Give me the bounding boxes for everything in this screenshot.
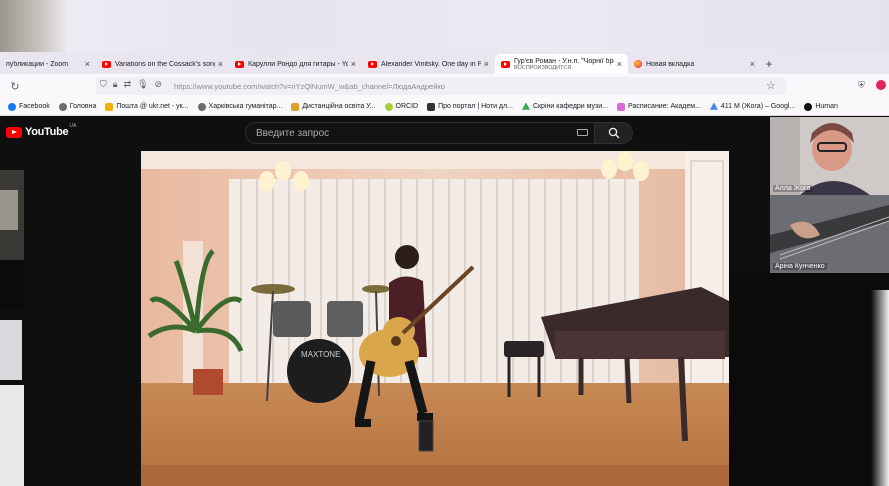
url-toolbar: ↻ ⛉ 🔒︎ ⇄ 🎙︎ ⊘ https://www.youtube.com/wa… [0, 74, 889, 98]
close-icon[interactable]: × [484, 59, 489, 69]
youtube-icon [501, 60, 510, 68]
mail-icon [105, 102, 114, 111]
tab-title: Новая вкладка [646, 60, 695, 68]
tab-karulli[interactable]: Карулли Рондо для гитары - YouTube × [229, 54, 362, 74]
bookmark-facebook[interactable]: Facebook [8, 102, 50, 111]
pocket-icon[interactable]: ⛨ [858, 80, 865, 91]
tab-playing-status: ВОСПРОИЗВОДИТСЯ [514, 64, 572, 71]
facebook-icon [8, 102, 16, 111]
zoom-gallery-edge [871, 290, 889, 486]
bookmark-notes-portal[interactable]: Про портал | Ноти дл... [427, 102, 513, 111]
bookmark-human[interactable]: Human [804, 102, 838, 111]
bookmark-schedule[interactable]: Расписание: Академ... [617, 102, 701, 111]
close-icon[interactable]: × [750, 59, 755, 69]
bookmark-screens[interactable]: Скріни кафедри музи... [521, 102, 608, 111]
bookmark-kharkiv[interactable]: Харківська гуманітар... [197, 102, 282, 111]
participant-video [770, 195, 889, 273]
gear-icon [197, 102, 206, 111]
orcid-icon [384, 102, 393, 111]
tab-vinitsky[interactable]: Alexander Vinitsky. One day in Paris × [362, 54, 495, 74]
tab-title: Alexander Vinitsky. One day in Paris [381, 60, 481, 68]
url-text: https://www.youtube.com/watch?v=nYzQlNum… [174, 82, 445, 91]
close-icon[interactable]: × [85, 59, 90, 69]
browser-tab-bar: публикации - Zoom × Variations on the Co… [0, 52, 889, 74]
search-placeholder: Введите запрос [256, 127, 330, 139]
youtube-icon [102, 60, 111, 68]
zoom-background-strip [0, 0, 889, 52]
tab-variations[interactable]: Variations on the Cossack's song × [96, 54, 229, 74]
tab-title: Карулли Рондо для гитары - YouTube [248, 60, 348, 68]
tab-title: Variations on the Cossack's song [115, 60, 215, 68]
permissions-icon[interactable]: ⇄ [124, 79, 132, 90]
youtube-header: YouTube UA Введите запрос [0, 116, 889, 150]
youtube-play-icon [6, 126, 22, 138]
participant-tile[interactable]: Аріна Кунченко [770, 195, 889, 273]
participant-name: Алла Жога [773, 185, 813, 192]
video-player[interactable]: MAXTONE [141, 151, 729, 486]
human-icon [804, 102, 813, 111]
zoom-gallery-background [729, 273, 889, 486]
account-icon[interactable] [876, 80, 886, 90]
bookmark-411[interactable]: 411 М (Жога) – Googl... [709, 102, 795, 111]
bookmark-distance[interactable]: Дистанційна освіта У... [291, 102, 376, 111]
close-icon[interactable]: × [351, 59, 356, 69]
tab-guryev-active[interactable]: Гур'єв Роман - У.н.п. "Чорнії брови" ВОС… [495, 54, 628, 74]
youtube-logo[interactable]: YouTube UA [6, 123, 76, 138]
notes-icon [427, 102, 436, 111]
zoom-thumbnail-glitch [0, 0, 66, 52]
calendar-icon [617, 102, 626, 111]
shield-icon[interactable]: ⛉ [100, 79, 107, 90]
participant-video [770, 117, 889, 195]
video-frame: MAXTONE [141, 151, 729, 486]
youtube-icon [368, 60, 377, 68]
bookmark-orcid[interactable]: ORCID [384, 102, 418, 111]
bookmarks-bar: Facebook Головна Пошта @ ukr.net - ук...… [0, 98, 889, 116]
new-tab-button[interactable]: + [761, 54, 777, 74]
close-icon[interactable]: × [617, 59, 622, 69]
youtube-icon [235, 60, 244, 68]
reload-icon[interactable]: ↻ [0, 80, 30, 93]
drum-brand: MAXTONE [301, 350, 340, 359]
bookmark-ukrnet[interactable]: Пошта @ ukr.net - ук... [105, 102, 189, 111]
moodle-icon [291, 102, 300, 111]
tab-title: Гур'єв Роман - У.н.п. "Чорнії брови" [514, 57, 614, 65]
tab-zoom[interactable]: публикации - Zoom × [0, 54, 96, 74]
camera-icon[interactable]: ⊘ [155, 79, 163, 90]
tab-new[interactable]: Новая вкладка × [628, 54, 761, 74]
tab-title: публикации - Zoom [6, 60, 69, 68]
bookmark-star-icon[interactable]: ☆ [766, 79, 776, 92]
bookmark-holovna[interactable]: Головна [58, 102, 96, 111]
google-drive-icon [709, 102, 718, 110]
participant-tile[interactable]: Алла Жога [770, 117, 889, 195]
google-drive-icon [521, 102, 530, 110]
search-icon [608, 127, 619, 139]
close-icon[interactable]: × [218, 59, 223, 69]
firefox-icon [634, 60, 642, 68]
participant-name: Аріна Кунченко [773, 263, 827, 270]
microphone-icon[interactable]: 🎙︎ [137, 79, 148, 90]
lock-icon[interactable]: 🔒︎ [113, 79, 118, 90]
globe-icon [58, 102, 67, 111]
search-input[interactable]: Введите запрос [245, 122, 595, 144]
keyboard-icon[interactable] [577, 129, 588, 136]
search-button[interactable] [595, 122, 633, 144]
zoom-thumbnail-glitch [0, 170, 24, 486]
